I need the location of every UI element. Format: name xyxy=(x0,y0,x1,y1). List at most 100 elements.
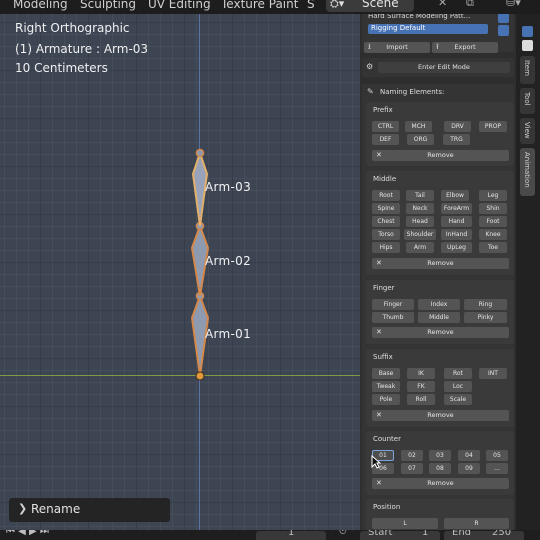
middle-foot-button[interactable]: Foot xyxy=(479,216,507,227)
position-right-button[interactable]: R xyxy=(444,518,509,529)
prefix-section: Prefix CTRL MCH DRV PROP DEF ORG TRG ✕ R… xyxy=(366,102,514,166)
middle-spine-button[interactable]: Spine xyxy=(372,203,400,214)
current-frame-field[interactable]: 1 xyxy=(256,530,326,540)
preset-list-item[interactable]: Hard Surface Modeling Patt... xyxy=(368,14,488,22)
sidebar-tab-strip: Item Tool View Animation xyxy=(516,14,540,530)
prefix-mch-button[interactable]: MCH xyxy=(405,121,432,132)
suffix-ik-button[interactable]: IK xyxy=(407,368,435,379)
prefix-trg-button[interactable]: TRG xyxy=(443,134,470,145)
middle-elbow-button[interactable]: Elbow xyxy=(441,190,469,201)
finger-ring-button[interactable]: Ring xyxy=(464,299,507,310)
suffix-roll-button[interactable]: Roll xyxy=(407,394,435,405)
finger-finger-button[interactable]: Finger xyxy=(372,299,414,310)
middle-forearm-button[interactable]: ForeArm xyxy=(441,203,472,214)
middle-upleg-button[interactable]: UpLeg xyxy=(441,242,472,253)
suffix-tweak-button[interactable]: Tweak xyxy=(372,381,400,392)
tab-sculpting[interactable]: Sculpting xyxy=(80,0,136,11)
middle-remove-button[interactable]: ✕ Remove xyxy=(372,258,509,269)
prefix-remove-button[interactable]: ✕ Remove xyxy=(372,150,509,161)
middle-knee-button[interactable]: Knee xyxy=(479,229,507,240)
position-left-button[interactable]: L xyxy=(372,518,438,529)
middle-chest-button[interactable]: Chest xyxy=(372,216,400,227)
prefix-prop-button[interactable]: PROP xyxy=(479,121,507,132)
finger-remove-button[interactable]: ✕ Remove xyxy=(372,327,509,338)
counter-09-button[interactable]: 09 xyxy=(458,463,480,474)
middle-neck-button[interactable]: Neck xyxy=(406,203,434,214)
chevron-right-icon[interactable]: ❯ xyxy=(18,502,27,515)
tab-overflow[interactable]: S xyxy=(307,0,315,11)
suffix-int-button[interactable]: INT xyxy=(479,368,507,379)
suffix-pole-button[interactable]: Pole xyxy=(372,394,400,405)
prefix-title: Prefix xyxy=(373,106,393,114)
counter-05-button[interactable]: 05 xyxy=(486,450,508,461)
counter-remove-button[interactable]: ✕ Remove xyxy=(372,478,509,489)
finger-index-button[interactable]: Index xyxy=(418,299,460,310)
preset-list-item-selected[interactable]: Rigging Default xyxy=(368,24,488,34)
pin-icon[interactable]: ✕ xyxy=(438,0,447,9)
counter-08-button[interactable]: 08 xyxy=(429,463,451,474)
mouse-cursor-icon xyxy=(371,455,381,469)
middle-inhand-button[interactable]: InHand xyxy=(441,229,472,240)
tab-view[interactable]: View xyxy=(520,118,535,144)
bone-label-arm-01: Arm-01 xyxy=(205,327,252,341)
clock-icon: ⏲ xyxy=(339,530,347,537)
tab-view-label: View xyxy=(523,122,531,139)
tab-uv-editing[interactable]: UV Editing xyxy=(148,0,211,11)
suffix-fk-button[interactable]: FK xyxy=(407,381,435,392)
import-label: Import xyxy=(386,43,408,51)
list-add-icon[interactable] xyxy=(498,14,509,23)
middle-toe-button[interactable]: Toe xyxy=(479,242,507,253)
counter-04-button[interactable]: 04 xyxy=(458,450,480,461)
checkbox-icon[interactable] xyxy=(522,26,533,37)
gear-icon: ⚙ xyxy=(366,62,374,71)
tab-item[interactable]: Item xyxy=(520,56,535,84)
middle-tail-button[interactable]: Tail xyxy=(406,190,434,201)
rename-operator-panel[interactable]: ❯ Rename xyxy=(9,498,170,522)
checkbox-icon[interactable] xyxy=(522,40,533,51)
view-layer-icon[interactable]: ⛁▾ xyxy=(506,0,521,9)
middle-root-button[interactable]: Root xyxy=(372,190,400,201)
middle-arm-button[interactable]: Arm xyxy=(406,242,434,253)
finger-middle-button[interactable]: Middle xyxy=(418,312,460,323)
tab-modeling[interactable]: Modeling xyxy=(13,0,68,11)
counter-07-button[interactable]: 07 xyxy=(401,463,423,474)
end-frame-field[interactable]: End 250 xyxy=(444,530,524,540)
prefix-org-button[interactable]: ORG xyxy=(407,134,434,145)
suffix-base-button[interactable]: Base xyxy=(372,368,400,379)
tab-animation-label: Animation xyxy=(523,152,531,188)
prefix-ctrl-button[interactable]: CTRL xyxy=(372,121,399,132)
suffix-rot-button[interactable]: Rot xyxy=(444,368,472,379)
edit-mode-block: ⚙ Enter Edit Mode xyxy=(362,58,514,77)
suffix-scale-button[interactable]: Scale xyxy=(444,394,472,405)
middle-hand-button[interactable]: Hand xyxy=(441,216,472,227)
middle-shoulder-button[interactable]: Shoulder xyxy=(404,229,436,240)
counter-more-button[interactable]: ... xyxy=(486,463,508,474)
counter-03-button[interactable]: 03 xyxy=(429,450,451,461)
middle-torso-button[interactable]: Torso xyxy=(372,229,400,240)
counter-02-button[interactable]: 02 xyxy=(401,450,423,461)
naming-title: Naming Elements: xyxy=(380,88,445,96)
middle-shin-button[interactable]: Shin xyxy=(479,203,507,214)
prefix-def-button[interactable]: DEF xyxy=(372,134,399,145)
enter-edit-mode-button[interactable]: Enter Edit Mode xyxy=(378,62,510,73)
tab-animation[interactable]: Animation xyxy=(520,148,535,196)
end-label: End xyxy=(452,530,472,538)
tab-tool[interactable]: Tool xyxy=(520,88,535,114)
finger-thumb-button[interactable]: Thumb xyxy=(372,312,414,323)
middle-title: Middle xyxy=(373,175,397,183)
start-frame-field[interactable]: Start 1 xyxy=(360,530,440,540)
finger-pinky-button[interactable]: Pinky xyxy=(464,312,507,323)
playback-controls-icon[interactable]: ⏮ ◀ ▶ ⏭ xyxy=(6,530,49,537)
prefix-drv-button[interactable]: DRV xyxy=(444,121,471,132)
suffix-remove-button[interactable]: ✕ Remove xyxy=(372,410,509,421)
new-scene-icon[interactable]: ⧉ xyxy=(466,0,474,10)
list-remove-icon[interactable] xyxy=(498,25,509,36)
middle-leg-button[interactable]: Leg xyxy=(479,190,507,201)
suffix-loc-button[interactable]: Loc xyxy=(444,381,472,392)
middle-head-button[interactable]: Head xyxy=(406,216,434,227)
tab-texture-paint[interactable]: Texture Paint xyxy=(221,0,298,11)
import-button[interactable]: ⭳ Import xyxy=(364,42,430,53)
3d-viewport[interactable]: Right Orthographic (1) Armature : Arm-03… xyxy=(0,14,360,530)
export-button[interactable]: ⭱ Export xyxy=(432,42,498,53)
middle-hips-button[interactable]: Hips xyxy=(372,242,400,253)
